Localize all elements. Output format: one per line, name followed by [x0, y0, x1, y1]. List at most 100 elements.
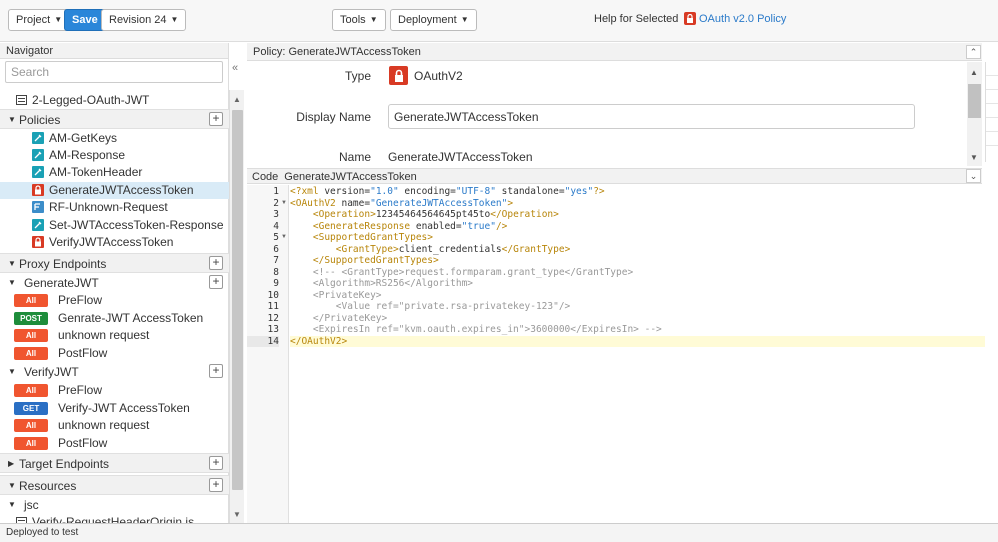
- policy-item[interactable]: AM-Response: [0, 147, 229, 164]
- fold-toggle-icon[interactable]: ▼: [281, 198, 287, 210]
- add-policy-button[interactable]: +: [209, 112, 223, 126]
- section-policies[interactable]: ▼ Policies +: [0, 109, 229, 129]
- folder-jsc[interactable]: ▼ jsc: [0, 497, 229, 514]
- help-link[interactable]: OAuth v2.0 Policy: [684, 12, 786, 25]
- policy-scrollbar[interactable]: ▲ ▼: [967, 62, 982, 166]
- code-line[interactable]: <SupportedGrantTypes>: [290, 232, 985, 244]
- tools-menu-button[interactable]: Tools ▼: [332, 9, 386, 31]
- flow-item[interactable]: GET Verify-JWT AccessToken: [0, 400, 229, 417]
- peek-tab[interactable]: [986, 90, 998, 104]
- flow-item[interactable]: All unknown request: [0, 417, 229, 434]
- deployment-menu-button[interactable]: Deployment ▼: [390, 9, 477, 31]
- peek-tab[interactable]: [986, 132, 998, 146]
- save-button[interactable]: Save: [64, 9, 106, 31]
- code-line[interactable]: <?xml version="1.0" encoding="UTF-8" sta…: [290, 186, 985, 198]
- endpoint-verifyjwt[interactable]: ▼ VerifyJWT +: [0, 364, 229, 381]
- code-line[interactable]: <!-- <GrantType>request.formparam.grant_…: [290, 267, 985, 279]
- code-line[interactable]: <OAuthV2 name="GenerateJWTAccessToken">: [290, 198, 985, 210]
- code-line[interactable]: <GrantType>client_credentials</GrantType…: [290, 244, 985, 256]
- code-line[interactable]: <ExpiresIn ref="kvm.oauth.expires_in">36…: [290, 324, 985, 336]
- line-number: 10: [267, 289, 279, 301]
- revision-menu-button[interactable]: Revision 24 ▼: [101, 9, 187, 31]
- policy-item-selected[interactable]: GenerateJWTAccessToken: [0, 182, 229, 199]
- policy-label: AM-TokenHeader: [49, 165, 143, 179]
- right-side-panel-edge: [985, 62, 998, 162]
- flow-label: unknown request: [58, 328, 150, 342]
- section-label: Resources: [19, 479, 77, 493]
- code-line[interactable]: </OAuthV2>: [290, 335, 985, 347]
- type-label: Type: [344, 69, 371, 83]
- chevron-down-icon: ▼: [8, 278, 16, 287]
- add-flow-button[interactable]: +: [209, 275, 223, 289]
- toolbar: Project ▼ Save Revision 24 ▼ Tools ▼ Deploy…: [0, 0, 998, 42]
- add-resource-button[interactable]: +: [209, 478, 223, 492]
- policy-item[interactable]: VerifyJWTAccessToken: [0, 234, 229, 251]
- code-editor[interactable]: <?xml version="1.0" encoding="UTF-8" sta…: [290, 185, 985, 523]
- oauth-lock-icon: [389, 66, 408, 85]
- collapse-up-icon[interactable]: ⌃: [966, 45, 981, 59]
- oauth-lock-icon: [32, 184, 44, 196]
- navigator-title: Navigator: [0, 43, 228, 59]
- method-badge: All: [14, 437, 48, 450]
- type-value: OAuthV2: [389, 66, 463, 85]
- peek-tab[interactable]: [986, 62, 998, 76]
- policy-label: RF-Unknown-Request: [49, 200, 168, 214]
- policy-label: GenerateJWTAccessToken: [49, 183, 194, 197]
- peek-tab[interactable]: [986, 76, 998, 90]
- flow-label: Genrate-JWT AccessToken: [58, 311, 204, 325]
- chevron-down-icon: ▼: [8, 500, 16, 509]
- flow-label: PostFlow: [58, 436, 108, 450]
- flow-item[interactable]: All PostFlow: [0, 435, 229, 452]
- collapse-navigator-icon[interactable]: «: [232, 62, 238, 74]
- section-proxy-endpoints[interactable]: ▼ Proxy Endpoints +: [0, 253, 229, 273]
- scroll-up-icon[interactable]: ▲: [233, 95, 241, 104]
- navigator-scrollbar[interactable]: ▲ ▼: [229, 90, 244, 523]
- collapse-down-icon[interactable]: ⌄: [966, 169, 981, 183]
- scrollbar-thumb[interactable]: [232, 110, 243, 490]
- code-line[interactable]: </SupportedGrantTypes>: [290, 255, 985, 267]
- scroll-down-icon[interactable]: ▼: [233, 510, 241, 519]
- project-label: Project: [16, 14, 51, 26]
- flow-item[interactable]: POST Genrate-JWT AccessToken: [0, 310, 229, 327]
- resource-file-item[interactable]: Verify-RequestHeaderOrigin.js: [0, 514, 229, 523]
- policy-panel-title: Policy: GenerateJWTAccessToken: [247, 43, 982, 61]
- policy-item[interactable]: RF-Unknown-Request: [0, 199, 229, 216]
- scrollbar-thumb[interactable]: [968, 84, 981, 118]
- proxy-icon: [16, 95, 27, 105]
- endpoint-generatejwt[interactable]: ▼ GenerateJWT +: [0, 275, 229, 292]
- policy-label: AM-GetKeys: [49, 131, 118, 145]
- folder-label: jsc: [24, 498, 39, 512]
- policy-item[interactable]: Set-JWTAccessToken-Response: [0, 217, 229, 234]
- code-line[interactable]: <Algorithm>RS256</Algorithm>: [290, 278, 985, 290]
- flow-item[interactable]: All unknown request: [0, 327, 229, 344]
- proxy-root-item[interactable]: 2-Legged-OAuth-JWT: [0, 92, 229, 109]
- flow-item[interactable]: All PostFlow: [0, 345, 229, 362]
- code-line[interactable]: <Operation>12345464564645pt45to</Operati…: [290, 209, 985, 221]
- flow-item[interactable]: All PreFlow: [0, 292, 229, 309]
- policy-item[interactable]: AM-GetKeys: [0, 130, 229, 147]
- code-line[interactable]: <GenerateResponse enabled="true"/>: [290, 221, 985, 233]
- policy-item[interactable]: AM-TokenHeader: [0, 164, 229, 181]
- assign-message-icon: [32, 219, 44, 231]
- add-flow-button[interactable]: +: [209, 364, 223, 378]
- add-proxy-endpoint-button[interactable]: +: [209, 256, 223, 270]
- scroll-down-icon[interactable]: ▼: [970, 153, 978, 162]
- peek-tab[interactable]: [986, 118, 998, 132]
- fold-toggle-icon[interactable]: ▼: [281, 232, 287, 244]
- add-target-endpoint-button[interactable]: +: [209, 456, 223, 470]
- section-target-endpoints[interactable]: ▶ Target Endpoints +: [0, 453, 229, 473]
- line-number: 5: [273, 232, 279, 243]
- project-menu-button[interactable]: Project ▼: [8, 9, 71, 31]
- flow-item[interactable]: All PreFlow: [0, 382, 229, 399]
- search-input[interactable]: [5, 61, 223, 83]
- display-name-label: Display Name: [296, 110, 371, 124]
- section-resources[interactable]: ▼ Resources +: [0, 475, 229, 495]
- code-line[interactable]: <Value ref="private.rsa-privatekey-123"/…: [290, 301, 985, 313]
- section-label: Policies: [19, 113, 61, 127]
- scroll-up-icon[interactable]: ▲: [970, 68, 978, 77]
- display-name-input[interactable]: [388, 104, 915, 129]
- peek-tab[interactable]: [986, 104, 998, 118]
- code-line[interactable]: </PrivateKey>: [290, 313, 985, 325]
- code-line[interactable]: <PrivateKey>: [290, 290, 985, 302]
- help-link-label[interactable]: OAuth v2.0 Policy: [699, 13, 786, 25]
